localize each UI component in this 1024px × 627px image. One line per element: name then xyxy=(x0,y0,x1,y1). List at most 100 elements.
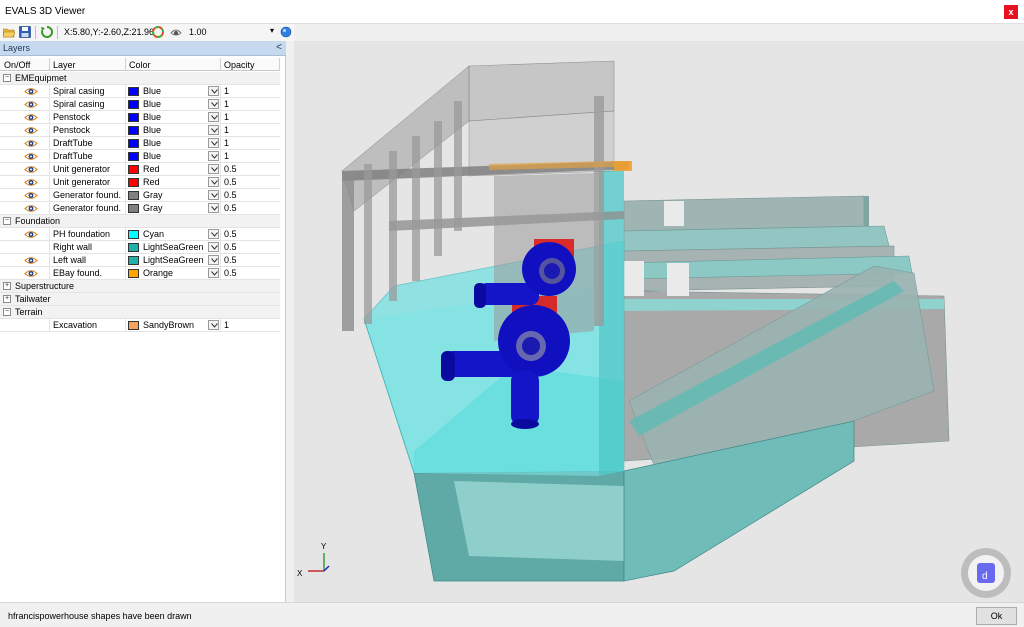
visibility-toggle[interactable] xyxy=(24,243,38,252)
visibility-eye-icon[interactable] xyxy=(24,87,38,96)
ok-button[interactable]: Ok xyxy=(976,607,1017,625)
visibility-eye-icon[interactable] xyxy=(24,191,38,200)
color-swatch[interactable] xyxy=(128,204,139,213)
color-dropdown-button[interactable] xyxy=(208,86,219,96)
expander-toggle[interactable]: + xyxy=(3,295,11,303)
color-swatch[interactable] xyxy=(128,100,139,109)
color-swatch[interactable] xyxy=(128,139,139,148)
layer-row[interactable]: PH foundation Cyan 0.5 xyxy=(0,228,280,241)
visibility-eye-icon[interactable] xyxy=(24,230,38,239)
color-dropdown-button[interactable] xyxy=(208,190,219,200)
color-dropdown-button[interactable] xyxy=(208,125,219,135)
layer-row[interactable]: Penstock Blue 1 xyxy=(0,124,280,137)
layer-row[interactable]: Unit generator Red 0.5 xyxy=(0,176,280,189)
column-header-layer[interactable]: Layer xyxy=(53,60,76,70)
layer-row[interactable]: Generator found. Gray 0.5 xyxy=(0,202,280,215)
color-swatch[interactable] xyxy=(128,178,139,187)
layer-row[interactable]: Spiral casing Blue 1 xyxy=(0,85,280,98)
color-swatch[interactable] xyxy=(128,87,139,96)
color-dropdown-button[interactable] xyxy=(208,242,219,252)
opacity-value[interactable]: 0.5 xyxy=(224,177,237,187)
opacity-value[interactable]: 1 xyxy=(224,138,229,148)
column-header-onoff[interactable]: On/Off xyxy=(4,60,30,70)
eye-settings-icon[interactable] xyxy=(170,26,182,38)
color-dropdown-button[interactable] xyxy=(208,177,219,187)
color-swatch[interactable] xyxy=(128,269,139,278)
color-swatch[interactable] xyxy=(128,256,139,265)
3d-scene[interactable]: Y X d xyxy=(294,41,1024,602)
color-swatch[interactable] xyxy=(128,152,139,161)
layer-row[interactable]: DraftTube Blue 1 xyxy=(0,150,280,163)
color-swatch[interactable] xyxy=(128,230,139,239)
expander-toggle[interactable]: + xyxy=(3,282,11,290)
color-dropdown-button[interactable] xyxy=(208,229,219,239)
view-cube-icon[interactable] xyxy=(280,26,292,38)
color-dropdown-button[interactable] xyxy=(208,151,219,161)
layer-row[interactable]: Spiral casing Blue 1 xyxy=(0,98,280,111)
visibility-eye-icon[interactable] xyxy=(24,256,38,265)
visibility-eye-icon[interactable] xyxy=(24,269,38,278)
layer-group-row[interactable]: + Tailwater xyxy=(0,293,280,306)
color-dropdown-button[interactable] xyxy=(208,112,219,122)
color-dropdown-button[interactable] xyxy=(208,268,219,278)
color-dropdown-button[interactable] xyxy=(208,255,219,265)
layer-row[interactable]: DraftTube Blue 1 xyxy=(0,137,280,150)
color-swatch[interactable] xyxy=(128,165,139,174)
opacity-value[interactable]: 0.5 xyxy=(224,164,237,174)
layer-row[interactable]: Left wall LightSeaGreen 0.5 xyxy=(0,254,280,267)
close-button[interactable]: x xyxy=(1004,5,1018,19)
color-dropdown-button[interactable] xyxy=(208,320,219,330)
layer-row[interactable]: Right wall LightSeaGreen 0.5 xyxy=(0,241,280,254)
layer-group-row[interactable]: − Foundation xyxy=(0,215,280,228)
visibility-eye-icon[interactable] xyxy=(24,204,38,213)
visibility-eye-icon[interactable] xyxy=(24,100,38,109)
layer-group-row[interactable]: − Terrain xyxy=(0,306,280,319)
layer-row[interactable]: EBay found. Orange 0.5 xyxy=(0,267,280,280)
opacity-value[interactable]: 1 xyxy=(224,112,229,122)
opacity-value[interactable]: 1 xyxy=(224,151,229,161)
color-swatch[interactable] xyxy=(128,321,139,330)
expander-toggle[interactable]: − xyxy=(3,217,11,225)
color-dropdown-button[interactable] xyxy=(208,138,219,148)
visibility-eye-icon[interactable] xyxy=(24,152,38,161)
color-dropdown-button[interactable] xyxy=(208,164,219,174)
opacity-value[interactable]: 0.5 xyxy=(224,229,237,239)
color-swatch[interactable] xyxy=(128,191,139,200)
layer-row[interactable]: Generator found. Gray 0.5 xyxy=(0,189,280,202)
opacity-value[interactable]: 0.5 xyxy=(224,242,237,252)
layer-row[interactable]: Excavation SandyBrown 1 xyxy=(0,319,280,332)
opacity-value[interactable]: 1 xyxy=(224,99,229,109)
color-swatch[interactable] xyxy=(128,113,139,122)
opacity-value[interactable]: 0.5 xyxy=(224,203,237,213)
visibility-eye-icon[interactable] xyxy=(24,113,38,122)
layer-group-row[interactable]: + Superstructure xyxy=(0,280,280,293)
collapse-panel-button[interactable]: < xyxy=(276,42,282,53)
opacity-value[interactable]: 0.5 xyxy=(224,255,237,265)
column-header-opacity[interactable]: Opacity xyxy=(224,60,255,70)
column-header-color[interactable]: Color xyxy=(129,60,151,70)
opacity-value[interactable]: 1 xyxy=(224,86,229,96)
visibility-toggle[interactable] xyxy=(24,321,38,330)
color-wheel-icon[interactable] xyxy=(152,26,164,38)
floating-widget-icon[interactable]: d xyxy=(961,548,1011,598)
color-dropdown-button[interactable] xyxy=(208,99,219,109)
color-swatch[interactable] xyxy=(128,243,139,252)
save-icon[interactable] xyxy=(19,26,31,38)
visibility-eye-icon[interactable] xyxy=(24,139,38,148)
visibility-eye-icon[interactable] xyxy=(24,126,38,135)
color-dropdown-button[interactable] xyxy=(208,203,219,213)
opacity-value[interactable]: 0.5 xyxy=(224,268,237,278)
open-folder-icon[interactable] xyxy=(3,26,15,38)
3d-viewport[interactable]: Y X d xyxy=(294,41,1024,602)
visibility-eye-icon[interactable] xyxy=(24,165,38,174)
layer-row[interactable]: Penstock Blue 1 xyxy=(0,111,280,124)
opacity-value[interactable]: 1 xyxy=(224,320,229,330)
opacity-value[interactable]: 0.5 xyxy=(224,190,237,200)
layer-row[interactable]: Unit generator Red 0.5 xyxy=(0,163,280,176)
zoom-value[interactable]: 1.00 xyxy=(189,27,207,37)
chevron-down-icon[interactable]: ▾ xyxy=(270,26,274,35)
expander-toggle[interactable]: − xyxy=(3,308,11,316)
refresh-icon[interactable] xyxy=(41,26,53,38)
color-swatch[interactable] xyxy=(128,126,139,135)
visibility-eye-icon[interactable] xyxy=(24,178,38,187)
